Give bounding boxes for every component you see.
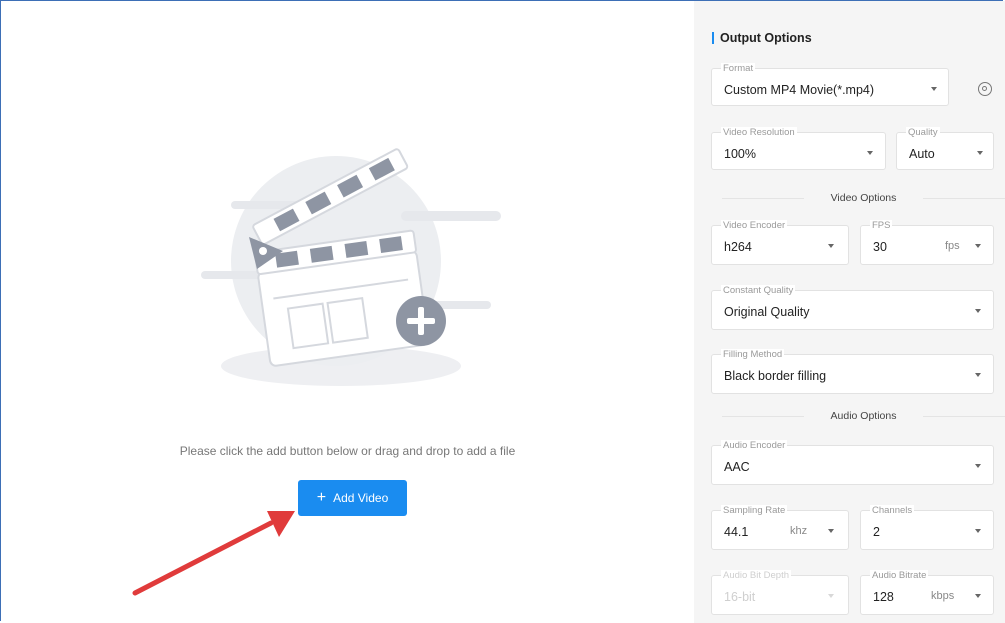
audio-bitrate-value: 128 — [873, 590, 894, 604]
gear-icon[interactable] — [978, 82, 992, 96]
quality-select[interactable]: Quality Auto — [896, 127, 994, 170]
sampling-rate-select[interactable]: Sampling Rate 44.1 khz — [711, 505, 849, 550]
video-resolution-label: Video Resolution — [721, 127, 797, 138]
video-resolution-value: 100% — [724, 147, 756, 161]
audio-encoder-select[interactable]: Audio Encoder AAC — [711, 440, 994, 485]
audio-bitrate-select[interactable]: Audio Bitrate 128 kbps — [860, 570, 994, 615]
quality-label: Quality — [906, 127, 940, 138]
channels-select[interactable]: Channels 2 — [860, 505, 994, 550]
chevron-down-icon — [977, 151, 983, 155]
filling-method-label: Filling Method — [721, 349, 785, 360]
sampling-rate-unit: khz — [790, 525, 808, 537]
chevron-down-icon — [828, 244, 834, 248]
drop-hint-text: Please click the add button below or dra… — [179, 444, 516, 458]
channels-label: Channels — [870, 505, 915, 516]
fps-label: FPS — [870, 220, 893, 231]
fps-value: 30 — [873, 240, 887, 254]
audio-bitrate-unit: kbps — [931, 590, 955, 602]
constant-quality-label: Constant Quality — [721, 285, 796, 296]
audio-bit-depth-label: Audio Bit Depth — [721, 570, 792, 581]
audio-options-heading: Audio Options — [722, 410, 1005, 422]
filling-method-value: Black border filling — [724, 369, 827, 383]
audio-bit-depth-value: 16-bit — [724, 590, 756, 604]
fps-unit: fps — [945, 240, 960, 252]
fps-select[interactable]: FPS 30 fps — [860, 220, 994, 265]
video-resolution-select[interactable]: Video Resolution 100% — [711, 127, 886, 170]
plus-icon: + — [316, 489, 327, 506]
panel-title: Output Options — [712, 31, 812, 45]
chevron-down-icon — [828, 594, 834, 598]
format-select[interactable]: Format Custom MP4 Movie(*.mp4) — [711, 63, 949, 106]
constant-quality-value: Original Quality — [724, 305, 810, 319]
chevron-down-icon — [931, 87, 937, 91]
output-options-panel: Output Options Format Custom MP4 Movie(*… — [694, 1, 1005, 623]
clapperboard-add-illustration — [201, 148, 501, 386]
video-encoder-value: h264 — [724, 240, 752, 254]
chevron-down-icon — [975, 309, 981, 313]
audio-encoder-value: AAC — [724, 460, 750, 474]
channels-value: 2 — [873, 525, 880, 539]
chevron-down-icon — [975, 529, 981, 533]
add-video-label: Add Video — [333, 491, 389, 505]
title-accent-bar — [712, 32, 714, 44]
add-video-button[interactable]: + Add Video — [298, 480, 407, 516]
panel-title-text: Output Options — [720, 31, 812, 45]
video-drop-area[interactable]: Please click the add button below or dra… — [1, 1, 694, 622]
video-encoder-label: Video Encoder — [721, 220, 788, 231]
format-label: Format — [721, 63, 756, 74]
audio-encoder-label: Audio Encoder — [721, 440, 788, 451]
constant-quality-select[interactable]: Constant Quality Original Quality — [711, 285, 994, 330]
audio-bitrate-label: Audio Bitrate — [870, 570, 929, 581]
chevron-down-icon — [828, 529, 834, 533]
chevron-down-icon — [975, 373, 981, 377]
format-value: Custom MP4 Movie(*.mp4) — [724, 83, 875, 97]
red-arrow-annotation — [132, 511, 295, 596]
chevron-down-icon — [975, 244, 981, 248]
video-options-heading: Video Options — [722, 192, 1005, 204]
sampling-rate-label: Sampling Rate — [721, 505, 788, 516]
chevron-down-icon — [975, 594, 981, 598]
audio-bit-depth-select: Audio Bit Depth 16-bit — [711, 570, 849, 615]
quality-value: Auto — [909, 147, 935, 161]
filling-method-select[interactable]: Filling Method Black border filling — [711, 349, 994, 394]
chevron-down-icon — [975, 464, 981, 468]
video-encoder-select[interactable]: Video Encoder h264 — [711, 220, 849, 265]
sampling-rate-value: 44.1 — [724, 525, 749, 539]
chevron-down-icon — [867, 151, 873, 155]
